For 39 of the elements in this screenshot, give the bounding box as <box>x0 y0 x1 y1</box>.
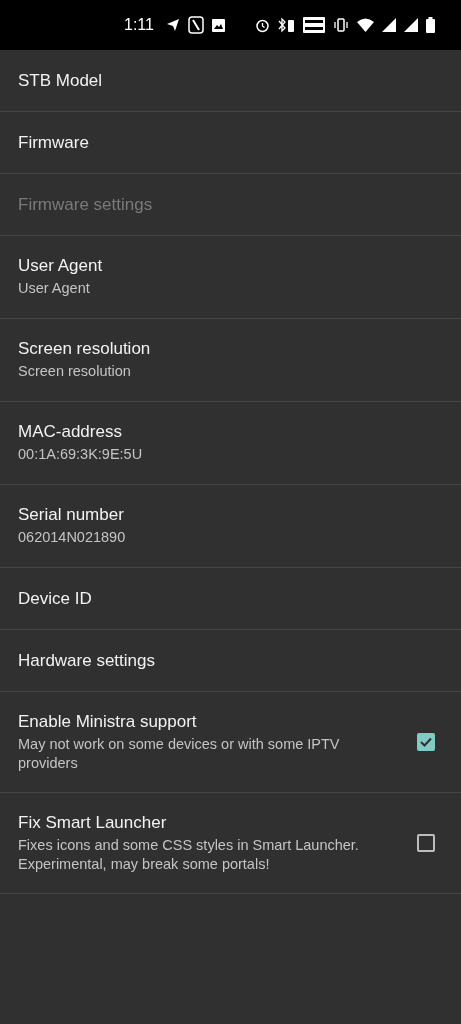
setting-title: Firmware <box>18 132 90 153</box>
setting-title: Hardware settings <box>18 650 156 671</box>
settings-item[interactable]: Device ID <box>0 568 461 630</box>
bluetooth-battery-icon <box>278 17 295 33</box>
setting-title: Fix Smart Launcher <box>18 812 168 833</box>
clock: 1:11 <box>124 16 154 34</box>
setting-title: Serial number <box>18 505 125 525</box>
settings-item[interactable]: Serial number 062014N021890 <box>0 485 461 568</box>
send-icon <box>165 18 180 32</box>
signal-icon <box>382 18 396 32</box>
setting-title: STB Model <box>18 70 104 91</box>
settings-item[interactable]: Firmware <box>0 112 461 174</box>
setting-summary: User Agent <box>18 279 91 298</box>
settings-item[interactable]: Enable Ministra support May not work on some devices or with some IPTV providers <box>0 692 461 793</box>
setting-title: User Agent <box>18 256 104 276</box>
settings-item[interactable]: Hardware settings <box>0 630 461 692</box>
wifi-icon <box>357 18 374 32</box>
setting-title: Firmware settings <box>18 194 154 215</box>
vibrate-icon <box>333 17 349 33</box>
setting-title: Enable Ministra support <box>18 711 198 732</box>
battery-icon <box>426 17 435 33</box>
setting-title: Device ID <box>18 588 93 609</box>
signal-icon <box>404 18 418 32</box>
alarm-icon <box>255 17 270 33</box>
setting-summary: Screen resolution <box>18 362 132 381</box>
image-icon <box>211 18 225 32</box>
setting-summary: 062014N021890 <box>18 528 127 547</box>
setting-summary: May not work on some devices or with some IPTV providers <box>18 734 341 773</box>
setting-summary: Fixes icons and some CSS styles in Smart Launcher. Experimental, may break some portals! <box>18 835 360 874</box>
setting-title: MAC-address <box>18 422 123 442</box>
setting-summary: 00:1A:69:3K:9E:5U <box>18 445 144 464</box>
checkbox[interactable] <box>417 834 435 852</box>
settings-item[interactable]: User Agent User Agent <box>0 236 461 319</box>
setting-title: Screen resolution <box>18 339 152 359</box>
checkbox[interactable] <box>417 733 435 751</box>
settings-item[interactable]: MAC-address 00:1A:69:3K:9E:5U <box>0 402 461 485</box>
settings-item[interactable]: Screen resolution Screen resolution <box>0 319 461 402</box>
settings-item[interactable]: Fix Smart Launcher Fixes icons and some CSS styles in Smart Launcher. Experimental, may break some portals! <box>0 793 461 894</box>
settings-item[interactable]: STB Model <box>0 50 461 112</box>
